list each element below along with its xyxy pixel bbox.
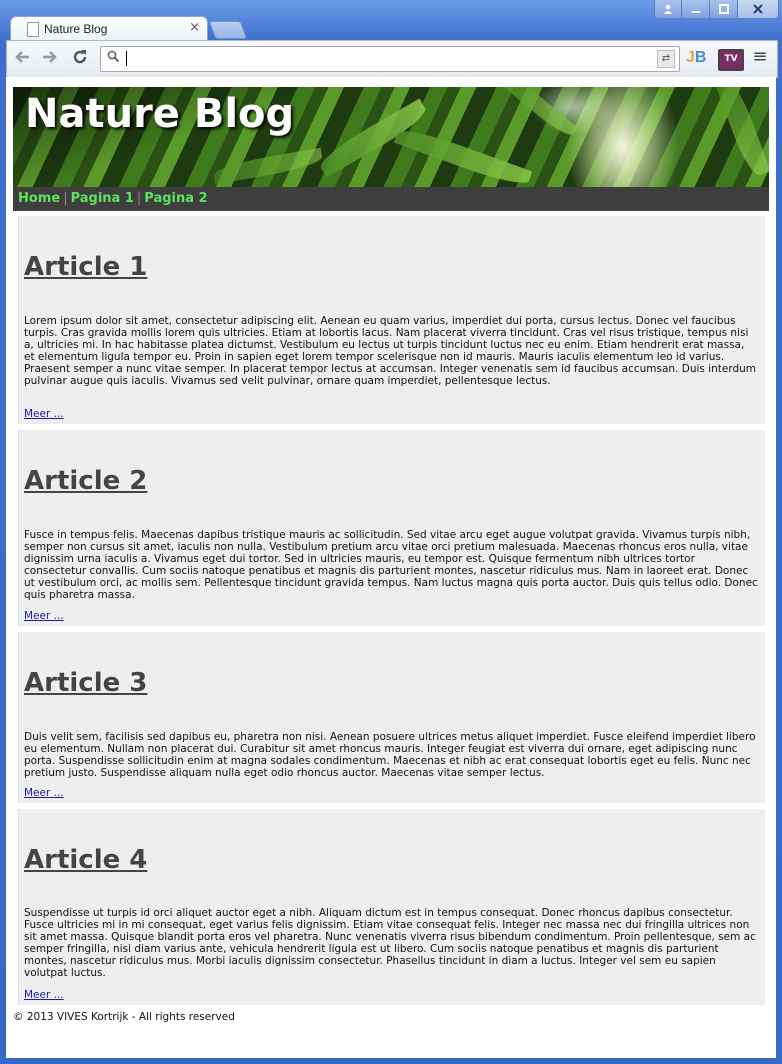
article-card: Article 4 Suspendisse ut turpis id orci … (18, 809, 765, 1005)
tab-nature-blog[interactable]: Nature Blog × (10, 16, 208, 43)
ext-jb-b: B (694, 49, 707, 66)
leaf-decoration (498, 87, 578, 141)
ext-jb-j: J (686, 49, 695, 66)
leaf-decoration (715, 87, 769, 179)
chrome-menu-icon[interactable]: ≡ (752, 48, 768, 66)
article-title[interactable]: Article 1 (24, 252, 147, 282)
url-input[interactable] (127, 49, 651, 69)
main-navigation: Home | Pagina 1 | Pagina 2 (13, 187, 769, 211)
search-icon (107, 50, 120, 67)
read-more-link[interactable]: Meer ... (24, 610, 64, 622)
reload-icon[interactable] (69, 48, 91, 70)
tab-close-icon[interactable]: × (189, 20, 200, 35)
user-profile-icon[interactable] (654, 0, 682, 19)
jetbrains-extension-icon[interactable]: JB (686, 49, 706, 67)
nav-link-pagina-2[interactable]: Pagina 2 (144, 191, 207, 206)
read-more-link[interactable]: Meer ... (24, 408, 64, 420)
nav-separator: | (63, 191, 68, 206)
page-footer: © 2013 VIVES Kortrijk - All rights reser… (13, 1011, 235, 1023)
page-favicon-icon (27, 22, 39, 37)
tab-title: Nature Blog (44, 22, 108, 36)
nav-link-home[interactable]: Home (18, 191, 60, 206)
article-title[interactable]: Article 4 (24, 845, 147, 875)
tv-extension-icon[interactable]: TV (718, 49, 744, 71)
maximize-button[interactable] (709, 0, 738, 19)
back-arrow-icon[interactable] (11, 48, 33, 70)
site-title: Nature Blog (25, 91, 295, 137)
site-header-banner: Nature Blog (13, 87, 769, 187)
article-card: Article 3 Duis velit sem, facilisis sed … (18, 632, 765, 803)
forward-arrow-icon[interactable] (39, 48, 61, 70)
article-body: Suspendisse ut turpis id orci aliquet au… (24, 907, 756, 979)
address-bar[interactable]: ⇄ (100, 46, 680, 72)
read-more-link[interactable]: Meer ... (24, 989, 64, 1001)
close-window-button[interactable] (737, 0, 779, 19)
article-title[interactable]: Article 2 (24, 466, 147, 496)
article-body: Duis velit sem, facilisis sed dapibus eu… (24, 731, 756, 779)
article-title[interactable]: Article 3 (24, 668, 147, 698)
browser-toolbar: ⇄ JB TV ≡ (6, 40, 778, 78)
article-card: Article 1 Lorem ipsum dolor sit amet, co… (18, 216, 765, 424)
browser-window: Nature Blog × ⇄ JB TV ≡ Nature Blog Home… (0, 0, 782, 1064)
tab-strip: Nature Blog × (0, 0, 782, 43)
minimize-button[interactable] (681, 0, 710, 19)
page-viewport: Nature Blog Home | Pagina 1 | Pagina 2 Artic… (6, 77, 776, 1058)
article-card: Article 2 Fusce in tempus felis. Maecena… (18, 430, 765, 626)
article-body: Fusce in tempus felis. Maecenas dapibus … (24, 529, 758, 601)
leaf-decoration (393, 123, 533, 187)
leaf-decoration (212, 147, 324, 185)
nav-separator: | (136, 191, 142, 206)
read-more-link[interactable]: Meer ... (24, 787, 64, 799)
nav-link-pagina-1[interactable]: Pagina 1 (71, 191, 134, 206)
translate-icon[interactable]: ⇄ (657, 50, 675, 68)
article-body: Lorem ipsum dolor sit amet, consectetur … (24, 315, 757, 387)
new-tab-button[interactable] (208, 21, 248, 39)
